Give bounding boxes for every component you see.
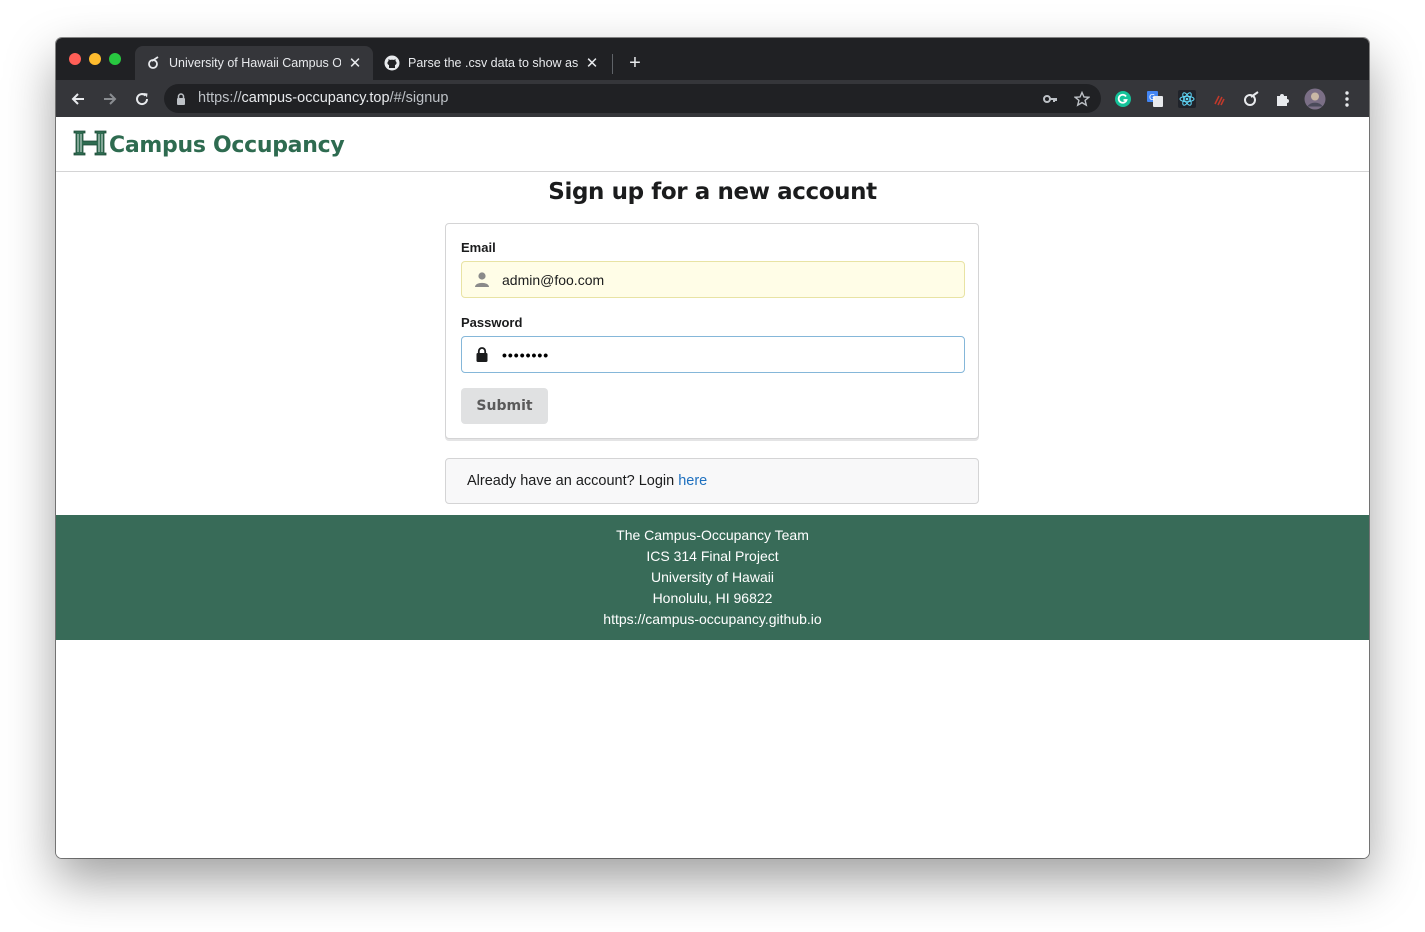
tab-campus-occupancy[interactable]: University of Hawaii Campus Occupancy ✕: [135, 46, 373, 80]
page-title: Sign up for a new account: [548, 179, 877, 205]
password-label: Password: [461, 315, 523, 330]
forward-icon[interactable]: [97, 86, 123, 112]
page-content: Campus Occupancy Sign up for a new accou…: [56, 117, 1369, 858]
lock-icon: [176, 92, 186, 110]
uh-logo-icon: [73, 130, 107, 161]
url-text: https://campus-occupancy.top/#/signup: [198, 84, 448, 113]
profile-avatar-icon[interactable]: [1304, 88, 1326, 110]
email-label: Email: [461, 240, 496, 255]
url-path: /#/signup: [389, 90, 449, 106]
url-host: campus-occupancy.top: [241, 90, 390, 106]
tab-strip: University of Hawaii Campus Occupancy ✕ …: [56, 38, 1369, 80]
tab-separator: [612, 54, 613, 74]
footer-website[interactable]: https://campus-occupancy.github.io: [56, 609, 1369, 630]
translate-icon[interactable]: G: [1146, 90, 1164, 108]
footer-team: The Campus-Occupancy Team: [616, 527, 809, 543]
user-icon: [462, 262, 502, 297]
email-value: admin@foo.com: [502, 271, 605, 288]
tab-github[interactable]: Parse the .csv data to show as ✕: [374, 46, 610, 80]
campus-occupancy-favicon-icon: [145, 55, 161, 71]
puzzle-icon[interactable]: [1274, 90, 1292, 108]
browser-window: University of Hawaii Campus Occupancy ✕ …: [56, 38, 1369, 858]
top-navbar: Campus Occupancy: [56, 117, 1369, 172]
url-scheme: https://: [198, 90, 242, 106]
browser-toolbar: https://campus-occupancy.top/#/signup G: [56, 80, 1369, 117]
close-tab-icon[interactable]: ✕: [584, 55, 600, 72]
footer-university: University of Hawaii: [651, 569, 774, 585]
login-prompt: Already have an account? Login: [467, 473, 679, 489]
brand-name: Campus Occupancy: [109, 133, 345, 158]
meteor-devtools-icon[interactable]: [1242, 90, 1260, 108]
star-icon[interactable]: [1073, 90, 1091, 108]
brand-link[interactable]: Campus Occupancy: [73, 130, 345, 161]
reload-icon[interactable]: [129, 86, 155, 112]
address-bar[interactable]: https://campus-occupancy.top/#/signup: [164, 84, 1101, 113]
new-tab-button[interactable]: +: [624, 52, 646, 74]
login-link[interactable]: here: [678, 473, 707, 489]
page-footer: The Campus-Occupancy Team ICS 314 Final …: [56, 515, 1369, 640]
password-field[interactable]: ••••••••: [461, 336, 965, 373]
react-devtools-icon[interactable]: [1178, 90, 1196, 108]
extension-icon[interactable]: [1210, 90, 1228, 108]
close-window-button[interactable]: [69, 53, 81, 65]
back-icon[interactable]: [65, 86, 91, 112]
login-message: Already have an account? Login here: [445, 458, 979, 504]
email-field[interactable]: admin@foo.com: [461, 261, 965, 298]
password-value: ••••••••: [502, 346, 550, 363]
grammarly-icon[interactable]: [1114, 90, 1132, 108]
maximize-window-button[interactable]: [109, 53, 121, 65]
signup-form: Email admin@foo.com Password •••••••• Su…: [445, 223, 979, 439]
lock-icon: [462, 337, 502, 372]
footer-address: Honolulu, HI 96822: [652, 590, 773, 606]
close-tab-icon[interactable]: ✕: [347, 55, 363, 72]
tab-title: Parse the .csv data to show as: [408, 56, 578, 70]
svg-text:G: G: [1149, 93, 1155, 102]
tab-title: University of Hawaii Campus Occupancy: [169, 56, 341, 70]
submit-button[interactable]: Submit: [461, 388, 548, 424]
footer-project: ICS 314 Final Project: [646, 548, 779, 564]
menu-kebab-icon[interactable]: [1338, 90, 1356, 108]
key-icon[interactable]: [1041, 90, 1059, 108]
minimize-window-button[interactable]: [89, 53, 101, 65]
github-icon: [384, 55, 400, 71]
